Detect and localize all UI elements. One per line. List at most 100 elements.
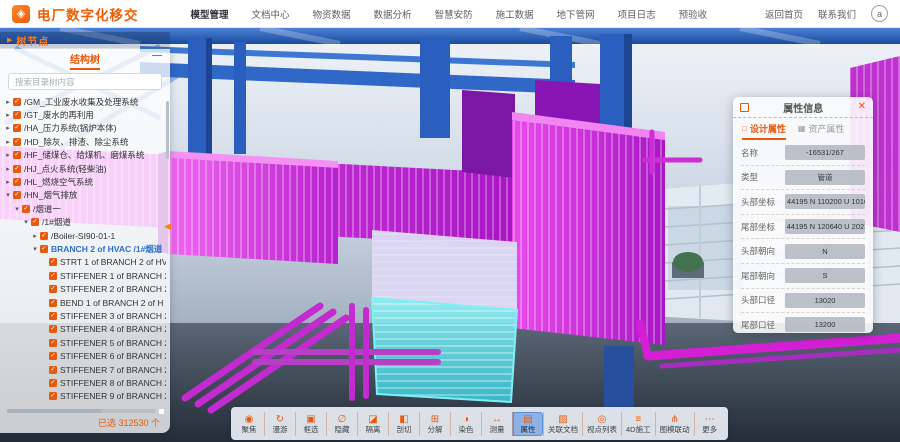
tree-row[interactable]: STIFFENER 7 of BRANCH 2 (0, 363, 166, 376)
tree-vertical-scrollbar[interactable] (166, 101, 169, 159)
tree-row[interactable]: /HL_燃烧空气系统 (0, 175, 166, 188)
tree-checkbox[interactable] (49, 258, 57, 266)
tree-row[interactable]: /HN_烟气排放 (0, 189, 166, 202)
close-icon[interactable]: ✕ (858, 102, 866, 112)
tree-arrow-icon[interactable] (4, 191, 12, 199)
contact-link[interactable]: 联系我们 (818, 7, 856, 21)
toolbar-button[interactable]: ▨ 关联文档 (543, 412, 582, 436)
tree-row[interactable]: /Boiler-SI90-01-1 (0, 229, 166, 242)
tree-arrow-icon[interactable] (4, 151, 12, 159)
tree-row[interactable]: BEND 1 of BRANCH 2 of H (0, 296, 166, 309)
tree-arrow-icon[interactable] (31, 232, 39, 240)
tree-checkbox[interactable] (49, 325, 57, 333)
tree-checkbox[interactable] (49, 272, 57, 280)
tree-row[interactable]: STIFFENER 9 of BRANCH 2 (0, 390, 166, 403)
nav-item[interactable]: 预验收 (679, 7, 708, 21)
tree-checkbox[interactable] (13, 98, 21, 106)
home-link[interactable]: 返回首页 (765, 7, 803, 21)
tree-checkbox[interactable] (49, 299, 57, 307)
tree-row[interactable]: STRT 1 of BRANCH 2 of HV (0, 256, 166, 269)
minimize-icon[interactable]: — (152, 51, 162, 61)
tree-arrow-icon[interactable] (4, 111, 12, 119)
nav-item[interactable]: 数据分析 (374, 7, 412, 21)
pin-icon[interactable] (740, 103, 749, 112)
properties-tab[interactable]: ▦ 资产属性 (798, 118, 845, 140)
tree-arrow-icon[interactable] (22, 218, 30, 226)
tree-row[interactable]: STIFFENER 6 of BRANCH 2 (0, 349, 166, 362)
tree-row[interactable]: STIFFENER 1 of BRANCH 2 (0, 269, 166, 282)
toolbar-button[interactable]: ▤ 属性 (512, 412, 543, 436)
properties-tab[interactable]: □ 设计属性 (742, 118, 786, 140)
tree-row[interactable]: STIFFENER 2 of BRANCH 2 (0, 282, 166, 295)
tree-row[interactable]: /GT_废水的再利用 (0, 108, 166, 121)
tree-checkbox[interactable] (49, 392, 57, 400)
tree-checkbox[interactable] (49, 285, 57, 293)
property-value: W 44195 N 110200 U 10160 (785, 194, 865, 209)
toolbar-button[interactable]: ⋯ 更多 (694, 412, 725, 436)
tree-node-header[interactable]: ▶ 树节点 (0, 32, 170, 48)
tree-checkbox[interactable] (13, 151, 21, 159)
toolbar-button[interactable]: ∅ 隐藏 (326, 412, 357, 436)
tree-checkbox[interactable] (40, 245, 48, 253)
toolbar-button[interactable]: ↔ 测量 (481, 412, 512, 436)
toolbar-button[interactable]: ◪ 隔离 (357, 412, 388, 436)
tree-arrow-icon[interactable] (4, 98, 12, 106)
tree-row[interactable]: BRANCH 2 of HVAC /1#烟道 (0, 242, 166, 255)
tree-arrow-icon[interactable] (4, 124, 12, 132)
toolbar-button[interactable]: ◉ 聚焦 (234, 412, 264, 436)
nav-item[interactable]: 智慧安防 (435, 7, 473, 21)
tree-checkbox[interactable] (49, 352, 57, 360)
tree-item-label: STIFFENER 1 of BRANCH 2 (60, 271, 166, 281)
nav-item[interactable]: 地下管网 (557, 7, 595, 21)
panel-collapse-icon[interactable]: ◀ (164, 221, 171, 232)
tree-row[interactable]: /烟道一 (0, 202, 166, 215)
tree-row[interactable]: /HA_压力系统(锅炉本体) (0, 122, 166, 135)
nav-item[interactable]: 文档中心 (252, 7, 290, 21)
toolbar-button[interactable]: ◧ 剖切 (388, 412, 419, 436)
tree-arrow-icon[interactable] (13, 205, 21, 213)
tree-checkbox[interactable] (49, 366, 57, 374)
tree-checkbox[interactable] (40, 232, 48, 240)
toolbar-button[interactable]: ↻ 漫游 (264, 412, 295, 436)
tree-arrow-icon[interactable] (4, 178, 12, 186)
tree-row[interactable]: /1#烟道 (0, 216, 166, 229)
tree-row[interactable]: STIFFENER 5 of BRANCH 2 (0, 336, 166, 349)
tree-checkbox[interactable] (13, 111, 21, 119)
tree-checkbox[interactable] (31, 218, 39, 226)
tree-checkbox[interactable] (13, 124, 21, 132)
tree-checkbox[interactable] (49, 312, 57, 320)
tree-checkbox[interactable] (13, 165, 21, 173)
toolbar-button[interactable]: ⋔ 图模联动 (655, 412, 694, 436)
nav-item[interactable]: 项目日志 (618, 7, 656, 21)
tree-checkbox[interactable] (13, 191, 21, 199)
tree-arrow-icon[interactable] (4, 138, 12, 146)
tree-row[interactable]: STIFFENER 8 of BRANCH 2 (0, 376, 166, 389)
tree-checkbox[interactable] (22, 205, 30, 213)
tree-checkbox[interactable] (13, 178, 21, 186)
tree-search-input[interactable] (8, 73, 162, 90)
toolbar-button[interactable]: ◑ 染色 (450, 412, 481, 436)
tree-row[interactable]: /HJ_点火系统(轻柴油) (0, 162, 166, 175)
tree-row[interactable]: /GM_工业废水收集及处理系统 (0, 95, 166, 108)
toolbar-button[interactable]: ⊞ 分解 (419, 412, 450, 436)
tree-row[interactable]: STIFFENER 4 of BRANCH 2 (0, 323, 166, 336)
toolbar-button[interactable]: ▣ 框选 (295, 412, 326, 436)
tree-row[interactable]: STIFFENER 3 of BRANCH 2 (0, 309, 166, 322)
nav-item[interactable]: 物资数据 (313, 7, 351, 21)
nav-item[interactable]: 模型管理 (191, 7, 229, 21)
toolbar-button[interactable]: ≡ 4D施工 (621, 412, 655, 436)
nav-item[interactable]: 施工数据 (496, 7, 534, 21)
tab-structure-tree[interactable]: 结构树 (70, 51, 100, 70)
tree-row[interactable]: /HF_储煤仓、给煤机、磨煤系统 (0, 149, 166, 162)
toolbar-button[interactable]: ◎ 视点列表 (582, 412, 621, 436)
tree-checkbox[interactable] (49, 339, 57, 347)
tree-horizontal-scrollbar[interactable] (7, 409, 156, 413)
tree-arrow-icon[interactable] (31, 245, 39, 253)
user-avatar[interactable]: a (871, 5, 888, 22)
tree-item-label: /HA_压力系统(锅炉本体) (24, 122, 117, 134)
tree-checkbox[interactable] (13, 138, 21, 146)
tree-checkbox[interactable] (49, 379, 57, 387)
selected-duct-highlight[interactable] (372, 230, 517, 402)
tree-row[interactable]: /HD_除灰、排渣、除尘系统 (0, 135, 166, 148)
tree-arrow-icon[interactable] (4, 165, 12, 173)
